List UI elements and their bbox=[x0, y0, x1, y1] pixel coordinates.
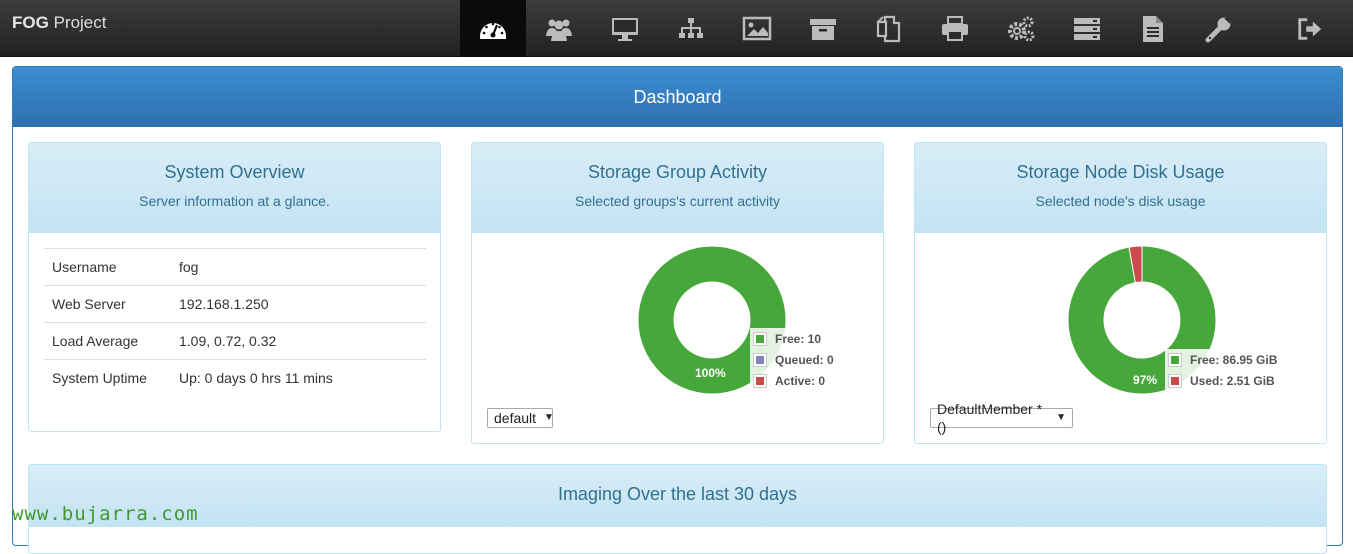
system-overview-card: System Overview Server information at a … bbox=[28, 142, 441, 432]
info-label: Load Average bbox=[44, 322, 171, 360]
storage-group-select[interactable]: default ▼ bbox=[487, 408, 554, 428]
chart-percent-label: 97% bbox=[1133, 373, 1158, 387]
storage-group-card: Storage Group Activity Selected groups's… bbox=[471, 142, 884, 444]
info-label: Username bbox=[44, 248, 171, 286]
nav-dashboard[interactable] bbox=[460, 0, 526, 57]
legend-swatch bbox=[753, 373, 767, 388]
server-icon bbox=[1074, 17, 1100, 40]
sitemap-icon bbox=[679, 17, 703, 38]
legend-item: Free: 10 bbox=[753, 328, 834, 349]
table-row: Load Average 1.09, 0.72, 0.32 bbox=[44, 322, 426, 360]
legend-swatch bbox=[1168, 373, 1182, 388]
nav-storage[interactable] bbox=[790, 0, 856, 57]
nav-snapins[interactable] bbox=[856, 0, 922, 57]
dropdown-arrow-icon: ▼ bbox=[544, 412, 554, 423]
legend-item: Queued: 0 bbox=[753, 349, 834, 370]
info-value: Up: 0 days 0 hrs 11 mins bbox=[171, 359, 426, 397]
imaging-history-card: Imaging Over the last 30 days bbox=[28, 464, 1327, 554]
legend-item: Active: 0 bbox=[753, 370, 834, 391]
top-navbar: FOG Project bbox=[0, 0, 1353, 57]
file-icon bbox=[1143, 15, 1163, 42]
legend-item: Used: 2.51 GiB bbox=[1168, 370, 1277, 391]
card-title: Storage Node Disk Usage bbox=[1016, 162, 1225, 182]
system-overview-heading: System Overview Server information at a … bbox=[29, 143, 440, 233]
nav-settings[interactable] bbox=[988, 0, 1054, 57]
logout-button[interactable] bbox=[1290, 0, 1330, 57]
info-label: System Uptime bbox=[44, 359, 171, 397]
storage-node-card: Storage Node Disk Usage Selected node's … bbox=[914, 142, 1327, 444]
system-info-table: Username fog Web Server 192.168.1.250 Load A… bbox=[44, 248, 426, 397]
archive-icon bbox=[810, 18, 836, 40]
nav-printers[interactable] bbox=[922, 0, 988, 57]
image-icon bbox=[742, 16, 772, 40]
info-value: 1.09, 0.72, 0.32 bbox=[171, 322, 426, 360]
watermark-text: www.bujarra.com bbox=[12, 503, 199, 525]
legend-swatch bbox=[1168, 352, 1182, 367]
legend-label: Active: 0 bbox=[775, 373, 826, 388]
legend-label: Used: 2.51 GiB bbox=[1190, 373, 1275, 388]
legend-label: Queued: 0 bbox=[775, 352, 834, 367]
legend-item: Free: 86.95 GiB bbox=[1168, 349, 1277, 370]
table-row: Web Server 192.168.1.250 bbox=[44, 285, 426, 323]
main-nav bbox=[460, 0, 1252, 57]
dashboard-title: Dashboard bbox=[13, 67, 1342, 127]
nav-reports[interactable] bbox=[1120, 0, 1186, 57]
dropdown-arrow-icon: ▼ bbox=[1056, 412, 1066, 423]
cogs-icon bbox=[1008, 16, 1035, 41]
imaging-history-heading: Imaging Over the last 30 days bbox=[29, 465, 1326, 527]
nav-plugins[interactable] bbox=[1186, 0, 1252, 57]
dashboard-panel: Dashboard System Overview Server informa… bbox=[12, 66, 1343, 554]
legend-swatch bbox=[753, 352, 767, 367]
card-subtitle: Server information at a glance. bbox=[139, 193, 330, 209]
brand-logo[interactable]: FOG Project bbox=[12, 13, 106, 33]
nav-groups[interactable] bbox=[658, 0, 724, 57]
users-icon bbox=[546, 19, 572, 41]
card-title: System Overview bbox=[164, 162, 305, 182]
dashboard-icon bbox=[480, 22, 506, 39]
monitor-icon bbox=[612, 17, 638, 41]
legend-swatch bbox=[753, 331, 767, 346]
sign-out-icon bbox=[1298, 17, 1322, 40]
legend-label: Free: 10 bbox=[775, 331, 822, 346]
nav-images[interactable] bbox=[724, 0, 790, 57]
chart-percent-label: 100% bbox=[695, 366, 726, 380]
card-title: Imaging Over the last 30 days bbox=[557, 484, 798, 504]
info-value: fog bbox=[171, 248, 426, 286]
storage-group-legend: Free: 10 Queued: 0 Active: 0 bbox=[753, 328, 834, 391]
info-value: 192.168.1.250 bbox=[171, 285, 426, 323]
nav-hosts[interactable] bbox=[592, 0, 658, 57]
card-title: Storage Group Activity bbox=[587, 162, 768, 182]
storage-node-select[interactable]: DefaultMember * () ▼ bbox=[930, 401, 1073, 435]
table-row: Username fog bbox=[44, 248, 426, 286]
storage-node-legend: Free: 86.95 GiB Used: 2.51 GiB bbox=[1168, 349, 1277, 391]
nav-tasks[interactable] bbox=[1054, 0, 1120, 57]
nav-users[interactable] bbox=[526, 0, 592, 57]
table-row: System Uptime Up: 0 days 0 hrs 11 mins bbox=[44, 359, 426, 397]
copy-icon bbox=[876, 15, 901, 42]
card-subtitle: Selected groups's current activity bbox=[575, 193, 780, 209]
info-label: Web Server bbox=[44, 285, 171, 323]
legend-label: Free: 86.95 GiB bbox=[1190, 352, 1278, 367]
print-icon bbox=[942, 15, 968, 41]
wrench-icon bbox=[1205, 17, 1231, 42]
storage-group-heading: Storage Group Activity Selected groups's… bbox=[472, 143, 883, 233]
card-subtitle: Selected node's disk usage bbox=[1035, 193, 1206, 209]
storage-node-heading: Storage Node Disk Usage Selected node's … bbox=[915, 143, 1326, 233]
